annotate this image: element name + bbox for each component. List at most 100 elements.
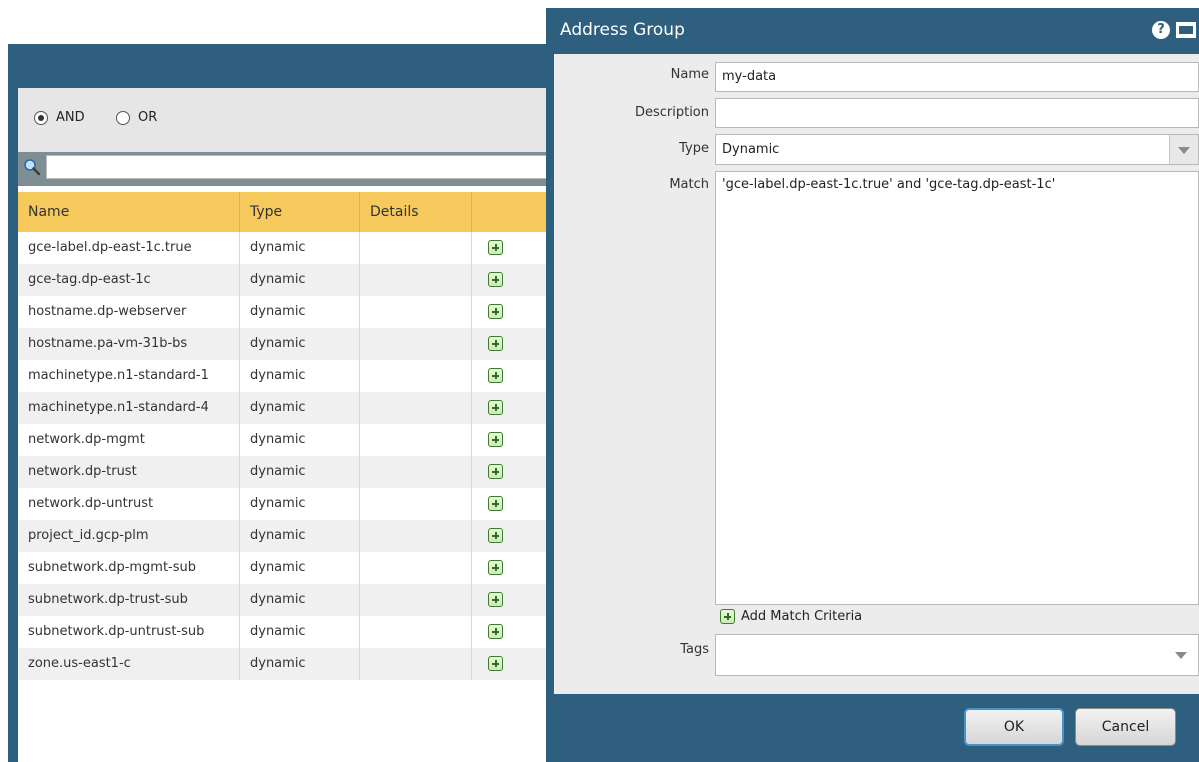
tag-type: dynamic [240,328,360,360]
and-label: AND [56,110,85,125]
table-row[interactable]: gce-tag.dp-east-1c dynamic [18,264,558,296]
column-header-name[interactable]: Name [18,192,240,232]
table-row[interactable]: hostname.pa-vm-31b-bs dynamic [18,328,558,360]
table-row[interactable]: gce-label.dp-east-1c.true dynamic [18,232,558,264]
column-header-details[interactable]: Details [360,192,472,232]
tag-details [360,424,472,456]
tag-name: hostname.pa-vm-31b-bs [18,328,240,360]
tag-type: dynamic [240,520,360,552]
type-label: Type [679,141,709,156]
add-plus-icon[interactable] [488,336,503,351]
add-match-criteria-button[interactable]: Add Match Criteria [720,609,862,624]
ok-button[interactable]: OK [964,708,1064,746]
table-row[interactable]: machinetype.n1-standard-4 dynamic [18,392,558,424]
table-row[interactable]: network.dp-untrust dynamic [18,488,558,520]
tag-type: dynamic [240,616,360,648]
chevron-down-icon[interactable] [1175,652,1187,659]
column-header-type[interactable]: Type [240,192,360,232]
table-row[interactable]: network.dp-mgmt dynamic [18,424,558,456]
tag-type: dynamic [240,360,360,392]
tag-name: subnetwork.dp-trust-sub [18,584,240,616]
cancel-button[interactable]: Cancel [1075,708,1176,746]
search-input[interactable] [46,155,558,179]
match-textarea[interactable]: 'gce-label.dp-east-1c.true' and 'gce-tag… [715,171,1199,605]
tag-name: network.dp-mgmt [18,424,240,456]
add-plus-icon[interactable] [488,400,503,415]
help-icon[interactable]: ? [1152,21,1170,39]
add-plus-icon[interactable] [488,560,503,575]
add-plus-icon[interactable] [488,496,503,511]
add-plus-icon[interactable] [488,528,503,543]
tag-details [360,520,472,552]
tag-type: dynamic [240,648,360,680]
add-plus-icon[interactable] [488,656,503,671]
or-option[interactable]: OR [116,110,157,125]
tag-name: hostname.dp-webserver [18,296,240,328]
and-radio-icon[interactable] [34,110,48,125]
tag-details [360,456,472,488]
add-match-label: Add Match Criteria [741,609,863,624]
dialog-body: Name my-data Description Type Dynamic Ma… [554,54,1199,694]
tag-details [360,296,472,328]
tag-type: dynamic [240,392,360,424]
tag-details [360,584,472,616]
tag-type: dynamic [240,552,360,584]
tags-field[interactable] [715,634,1199,676]
description-field[interactable] [715,98,1199,128]
tag-name: network.dp-untrust [18,488,240,520]
tag-name: project_id.gcp-plm [18,520,240,552]
tag-name: network.dp-trust [18,456,240,488]
type-dropdown-arrow[interactable] [1169,135,1198,164]
restore-icon[interactable] [1176,22,1196,38]
tag-details [360,648,472,680]
add-plus-icon[interactable] [488,368,503,383]
table-row[interactable]: hostname.dp-webserver dynamic [18,296,558,328]
tag-table: Name Type Details gce-label.dp-east-1c.t… [18,192,558,680]
tag-name: subnetwork.dp-mgmt-sub [18,552,240,584]
match-label: Match [669,177,709,192]
tag-type: dynamic [240,264,360,296]
type-select[interactable]: Dynamic [715,134,1199,165]
add-plus-icon[interactable] [488,624,503,639]
table-body: gce-label.dp-east-1c.true dynamic gce-tag… [18,232,558,680]
table-row[interactable]: subnetwork.dp-untrust-sub dynamic [18,616,558,648]
add-plus-icon [720,609,735,624]
tag-details [360,616,472,648]
add-plus-icon[interactable] [488,432,503,447]
table-row[interactable]: network.dp-trust dynamic [18,456,558,488]
add-plus-icon[interactable] [488,464,503,479]
name-field[interactable]: my-data [715,62,1199,92]
or-radio-icon[interactable] [116,110,130,125]
tag-type: dynamic [240,584,360,616]
search-bar [18,152,558,186]
tag-name: machinetype.n1-standard-1 [18,360,240,392]
and-option[interactable]: AND [34,110,85,125]
match-criteria-panel: AND OR Name Type Details gce-label.dp-ea… [18,88,558,762]
table-row[interactable]: machinetype.n1-standard-1 dynamic [18,360,558,392]
address-group-dialog: Address Group ? Name my-data Description… [546,8,1199,762]
tag-details [360,392,472,424]
tag-name: machinetype.n1-standard-4 [18,392,240,424]
tag-details [360,552,472,584]
tag-name: gce-tag.dp-east-1c [18,264,240,296]
add-plus-icon[interactable] [488,592,503,607]
tag-type: dynamic [240,424,360,456]
match-criteria-window: AND OR Name Type Details gce-label.dp-ea… [8,44,568,762]
tag-type: dynamic [240,296,360,328]
dialog-title: Address Group [560,20,685,40]
table-row[interactable]: subnetwork.dp-mgmt-sub dynamic [18,552,558,584]
tag-type: dynamic [240,456,360,488]
add-plus-icon[interactable] [488,304,503,319]
tags-label: Tags [680,642,709,657]
table-row[interactable]: project_id.gcp-plm dynamic [18,520,558,552]
table-row[interactable]: subnetwork.dp-trust-sub dynamic [18,584,558,616]
or-label: OR [138,110,158,125]
tag-type: dynamic [240,232,360,264]
search-icon [24,159,41,176]
add-plus-icon[interactable] [488,240,503,255]
operator-bar: AND OR [18,88,558,152]
add-plus-icon[interactable] [488,272,503,287]
name-label: Name [670,67,709,82]
table-row[interactable]: zone.us-east1-c dynamic [18,648,558,680]
tag-name: subnetwork.dp-untrust-sub [18,616,240,648]
